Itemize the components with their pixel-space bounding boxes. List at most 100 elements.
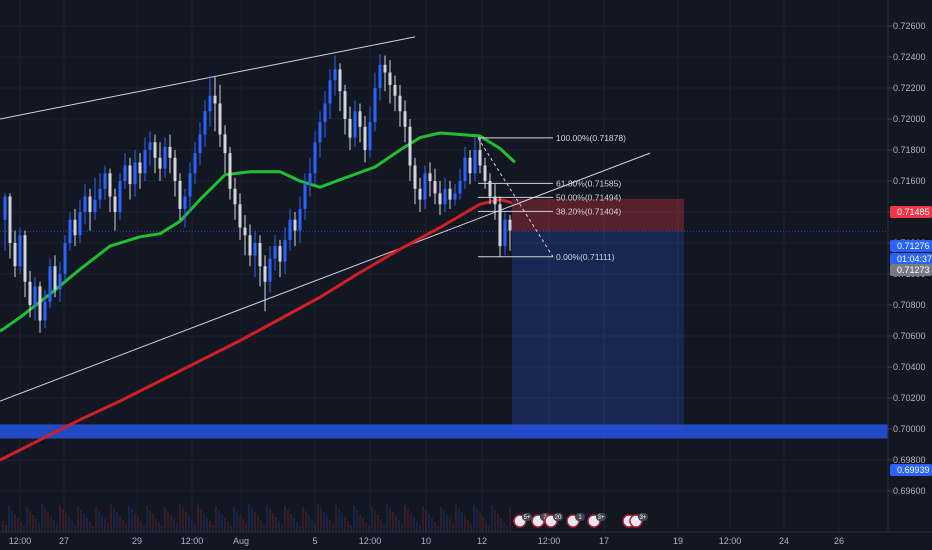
- volume-bar: [137, 517, 139, 532]
- candle-body: [23, 235, 27, 282]
- fib-level-label: 50.00%(0.71494): [556, 192, 621, 202]
- volume-bar: [395, 516, 397, 532]
- volume-bar: [221, 514, 223, 532]
- candle-body: [43, 301, 47, 321]
- volume-bar: [497, 514, 499, 532]
- volume-bar: [359, 514, 361, 532]
- candle-body: [53, 266, 57, 290]
- candle-body: [63, 243, 67, 274]
- price-tick-label: 0.70200: [893, 393, 926, 403]
- candle-body: [148, 142, 152, 150]
- price-tick-label: 0.70800: [893, 300, 926, 310]
- volume-bar: [347, 521, 349, 532]
- volume-bar: [62, 509, 64, 532]
- price-tick-label: 0.72600: [893, 21, 926, 31]
- take-profit-area[interactable]: [512, 231, 684, 439]
- candle-body: [438, 193, 442, 205]
- volume-bar: [185, 512, 187, 532]
- candle-body: [253, 243, 257, 256]
- candle-body: [98, 188, 102, 200]
- volume-bar: [443, 511, 445, 532]
- volume-bar: [419, 525, 421, 532]
- price-tag-value: 0.71276: [897, 241, 930, 251]
- candle-body: [18, 235, 22, 267]
- volume-bar: [452, 523, 454, 532]
- volume-bar: [470, 524, 472, 532]
- fib-level-label: 100.00%(0.71878): [556, 133, 626, 143]
- candle-body: [83, 196, 87, 212]
- volume-bar: [146, 506, 148, 532]
- candle-body: [223, 134, 227, 154]
- volume-bar: [434, 522, 436, 532]
- volume-bar: [65, 513, 67, 532]
- volume-bar: [476, 509, 478, 532]
- fib-level-label: 0.00%(0.71111): [556, 252, 615, 262]
- price-tick-label: 0.70000: [893, 424, 926, 434]
- volume-bar: [59, 505, 61, 532]
- candle-body: [363, 126, 367, 150]
- volume-bar: [98, 511, 100, 532]
- candle-body: [263, 266, 267, 282]
- candle-body: [358, 111, 362, 127]
- candle-body: [303, 184, 307, 209]
- volume-bar: [389, 508, 391, 532]
- volume-bar: [449, 519, 451, 532]
- price-tick-label: 0.70600: [893, 331, 926, 341]
- volume-bar: [143, 525, 145, 532]
- candle-body: [383, 64, 387, 73]
- fib-level-label: 61.80%(0.71585): [556, 178, 621, 188]
- volume-bar: [335, 505, 337, 532]
- volume-bar: [464, 516, 466, 532]
- volume-bar: [20, 522, 22, 532]
- candle-body: [473, 150, 477, 174]
- volume-bar: [248, 504, 250, 532]
- volume-bar: [182, 508, 184, 532]
- time-tick-label: 17: [599, 536, 609, 546]
- volume-bar: [272, 513, 274, 532]
- time-tick-label: 24: [779, 536, 789, 546]
- candle-body: [433, 181, 437, 194]
- candle-body: [333, 69, 337, 81]
- volume-bar: [254, 512, 256, 532]
- candle-body: [73, 219, 77, 236]
- volume-bar: [206, 517, 208, 532]
- time-axis[interactable]: 12:00 27 29 12:00 Aug 5 12:00 10 12 12:00 17 19 12:0…: [0, 531, 932, 550]
- time-tick-label: 27: [59, 536, 69, 546]
- volume-bar: [284, 506, 286, 532]
- volume-bar: [188, 516, 190, 532]
- support-zone-rect[interactable]: [0, 424, 888, 439]
- volume-bar: [83, 514, 85, 532]
- volume-bar: [413, 517, 415, 532]
- price-chart[interactable]: 100.00%(0.71878) 61.80%(0.71585) 50.00%(0.…: [0, 0, 932, 550]
- candle-body: [133, 162, 137, 185]
- candle-body: [208, 95, 212, 112]
- volume-bar: [278, 521, 280, 532]
- candle-body: [108, 173, 112, 197]
- volume-bar: [218, 510, 220, 532]
- volume-bar: [107, 523, 109, 532]
- candle-body: [143, 150, 147, 174]
- volume-bar: [440, 507, 442, 532]
- candle-body: [258, 243, 262, 267]
- volume-bar: [173, 519, 175, 532]
- volume-bar: [467, 520, 469, 532]
- volume-bar: [377, 515, 379, 532]
- candle-body: [78, 212, 82, 236]
- time-tick-label: 26: [834, 536, 844, 546]
- volume-bar: [77, 506, 79, 532]
- volume-bar: [506, 526, 508, 532]
- volume-bar: [149, 510, 151, 532]
- candle-body: [283, 239, 287, 262]
- time-tick-label: 12:00: [181, 536, 204, 546]
- support-zone[interactable]: [0, 424, 888, 439]
- volume-bar: [269, 509, 271, 532]
- candle-body: [468, 157, 472, 174]
- price-tag-value: 01:04:37: [897, 254, 932, 264]
- volume-bar: [374, 511, 376, 532]
- volume-bar: [161, 526, 163, 532]
- candle-body: [93, 199, 97, 212]
- volume-bar: [326, 516, 328, 532]
- candle-body: [138, 162, 142, 174]
- volume-bar: [170, 515, 172, 532]
- volume-bar: [332, 524, 334, 532]
